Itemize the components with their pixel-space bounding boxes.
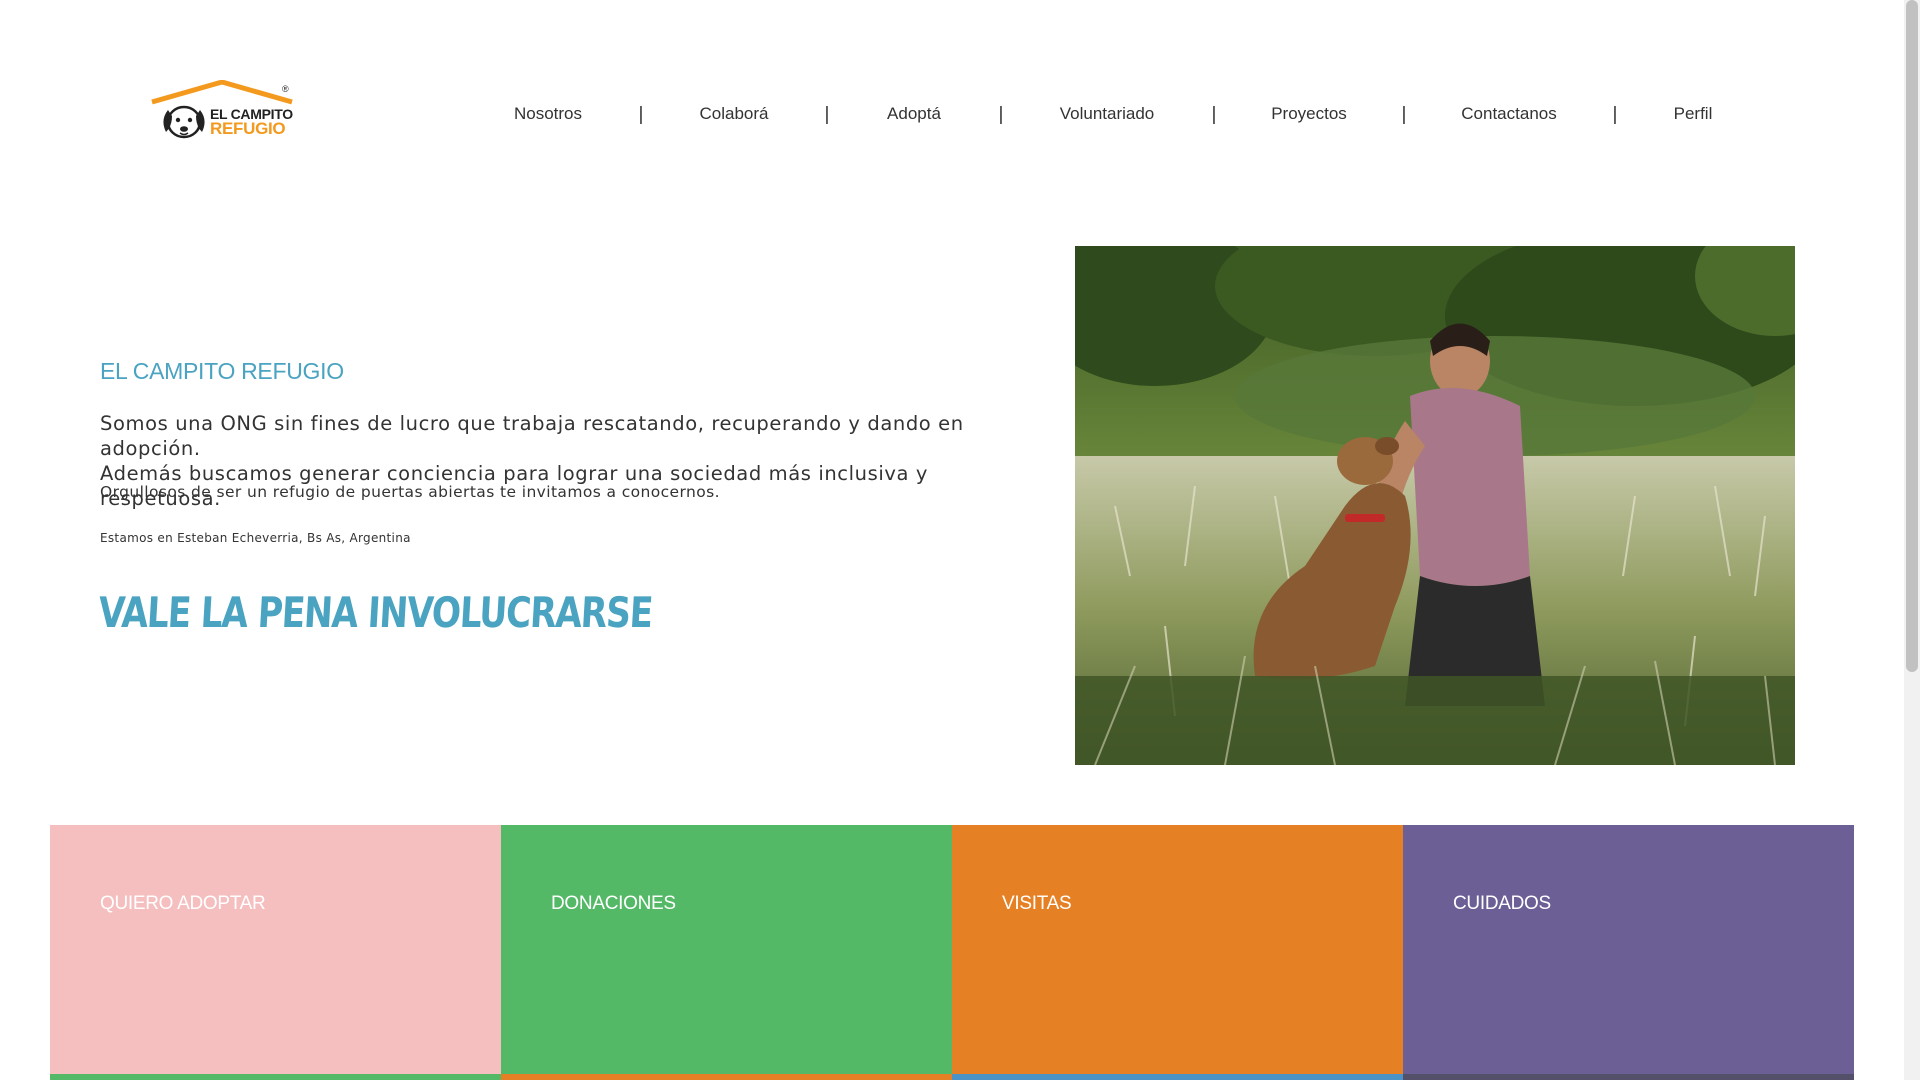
card-bottom-strip [501, 1074, 952, 1080]
hero-tagline: VALE LA PENA INVOLUCRARSE [97, 588, 654, 637]
registered-mark: ® [282, 84, 289, 94]
nav-item-adopta[interactable]: Adoptá [887, 104, 941, 124]
card-bottom-strip [1403, 1074, 1854, 1080]
card-label: DONACIONES [551, 893, 676, 914]
hero-description-line1: Somos una ONG sin fines de lucro que tra… [100, 412, 964, 460]
page-scrollbar[interactable] [1904, 0, 1920, 1080]
card-label: CUIDADOS [1453, 893, 1551, 914]
nav-separator: | [1401, 104, 1407, 125]
nav-separator: | [824, 104, 830, 125]
hero-heading: EL CAMPITO REFUGIO [100, 358, 344, 384]
scrollbar-thumb[interactable] [1906, 0, 1918, 672]
card-cuidados[interactable]: CUIDADOS [1403, 825, 1854, 1080]
cta-cards: QUIERO ADOPTAR DONACIONES VISITAS CUIDAD… [50, 825, 1855, 1080]
nav-item-voluntariado[interactable]: Voluntariado [1060, 104, 1155, 124]
nav-separator: | [1612, 104, 1618, 125]
nav-item-colabora[interactable]: Colaborá [700, 104, 769, 124]
hero-invitation: Orgullosos de ser un refugio de puertas … [100, 483, 720, 501]
nav-item-contactanos[interactable]: Contactanos [1461, 104, 1556, 124]
hero-photo [1075, 246, 1795, 765]
card-bottom-strip [952, 1074, 1403, 1080]
card-label: QUIERO ADOPTAR [100, 893, 266, 914]
nav-item-perfil[interactable]: Perfil [1674, 104, 1713, 124]
hero-photo-illustration [1075, 246, 1795, 765]
hero-location: Estamos en Esteban Echeverria, Bs As, Ar… [100, 531, 411, 545]
card-visitas[interactable]: VISITAS [952, 825, 1403, 1080]
main-nav: Nosotros | Colaborá | Adoptá | Voluntari… [0, 104, 1904, 126]
nav-separator: | [998, 104, 1004, 125]
card-label: VISITAS [1002, 893, 1072, 914]
nav-separator: | [638, 104, 644, 125]
card-bottom-strip [50, 1074, 501, 1080]
nav-item-proyectos[interactable]: Proyectos [1271, 104, 1347, 124]
card-quiero-adoptar[interactable]: QUIERO ADOPTAR [50, 825, 501, 1080]
nav-item-nosotros[interactable]: Nosotros [514, 104, 582, 124]
nav-separator: | [1211, 104, 1217, 125]
page: EL CAMPITO REFUGIO ® Nosotros | Colaborá… [0, 0, 1904, 1080]
card-donaciones[interactable]: DONACIONES [501, 825, 952, 1080]
